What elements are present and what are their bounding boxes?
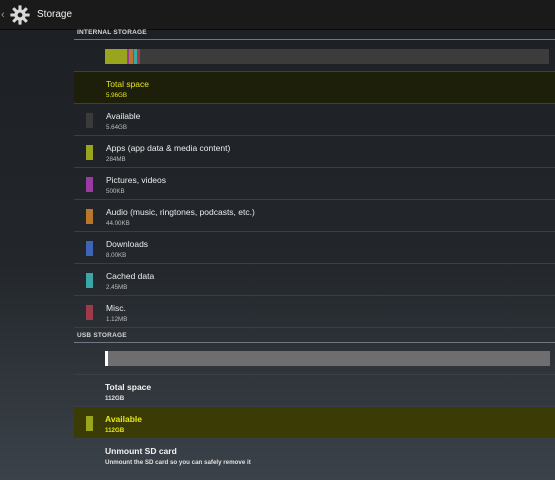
item-value: 8.00KB: [106, 252, 127, 259]
usb-total-label: Total space: [105, 382, 152, 392]
item-value: 1.12MB: [106, 316, 128, 323]
misc-swatch: [86, 305, 93, 320]
storage-item-apps[interactable]: Apps (app data & media content) 284MB: [74, 136, 555, 168]
storage-item-cached-data[interactable]: Cached data 2.45MB: [74, 264, 555, 296]
item-title: Apps (app data & media content): [106, 143, 231, 153]
storage-item-downloads[interactable]: Downloads 8.00KB: [74, 232, 555, 264]
internal-total-space[interactable]: Total space 5.96GB: [74, 72, 555, 104]
audio-swatch: [86, 209, 93, 224]
unmount-sd-card[interactable]: Unmount SD card Unmount the SD card so y…: [74, 439, 555, 471]
usb-available-value: 112GB: [105, 427, 125, 434]
cached-data-swatch: [86, 273, 93, 288]
internal-usage-row: [74, 40, 555, 72]
item-title: Downloads: [106, 239, 149, 249]
pictures-swatch: [86, 177, 93, 192]
item-title: Audio (music, ringtones, podcasts, etc.): [106, 207, 255, 217]
internal-storage-header: INTERNAL STORAGE: [74, 26, 555, 40]
usb-usage-bar: [105, 351, 550, 366]
unmount-label: Unmount SD card: [105, 446, 177, 456]
usb-available-label: Available: [105, 414, 143, 424]
page-title: Storage: [37, 9, 73, 20]
total-space-label: Total space: [106, 79, 149, 89]
item-value: 5.64GB: [106, 124, 127, 131]
total-space-value: 5.96GB: [106, 92, 127, 99]
item-title: Pictures, videos: [106, 175, 166, 185]
item-title: Available: [106, 111, 141, 121]
chevron-left-icon[interactable]: ‹: [1, 9, 9, 21]
usage-segment: [136, 49, 140, 64]
usb-total-value: 112GB: [105, 395, 125, 402]
apps-swatch: [86, 145, 93, 160]
item-value: 2.45MB: [106, 284, 128, 291]
usage-segment: [105, 49, 128, 64]
internal-usage-bar: [105, 49, 549, 64]
gear-icon[interactable]: [9, 4, 31, 26]
storage-item-available[interactable]: Available 5.64GB: [74, 104, 555, 136]
item-value: 44.00KB: [106, 220, 130, 227]
storage-item-audio[interactable]: Audio (music, ringtones, podcasts, etc.)…: [74, 200, 555, 232]
item-value: 284MB: [106, 156, 126, 163]
usb-total-space[interactable]: Total space 112GB: [74, 375, 555, 407]
usb-usage-fill: [105, 351, 108, 366]
storage-item-misc[interactable]: Misc. 1.12MB: [74, 296, 555, 328]
usb-storage-header: USB STORAGE: [74, 329, 555, 343]
usb-available[interactable]: Available 112GB: [74, 407, 555, 439]
storage-item-pictures[interactable]: Pictures, videos 500KB: [74, 168, 555, 200]
storage-list: INTERNAL STORAGE Total space 5.96GB Avai…: [74, 26, 555, 471]
unmount-description: Unmount the SD card so you can safely re…: [105, 459, 251, 466]
downloads-swatch: [86, 241, 93, 256]
usb-available-swatch: [86, 416, 93, 431]
item-value: 500KB: [106, 188, 125, 195]
item-title: Misc.: [106, 303, 126, 313]
usb-usage-row: [74, 343, 555, 375]
available-swatch: [86, 113, 93, 128]
item-title: Cached data: [106, 271, 155, 281]
